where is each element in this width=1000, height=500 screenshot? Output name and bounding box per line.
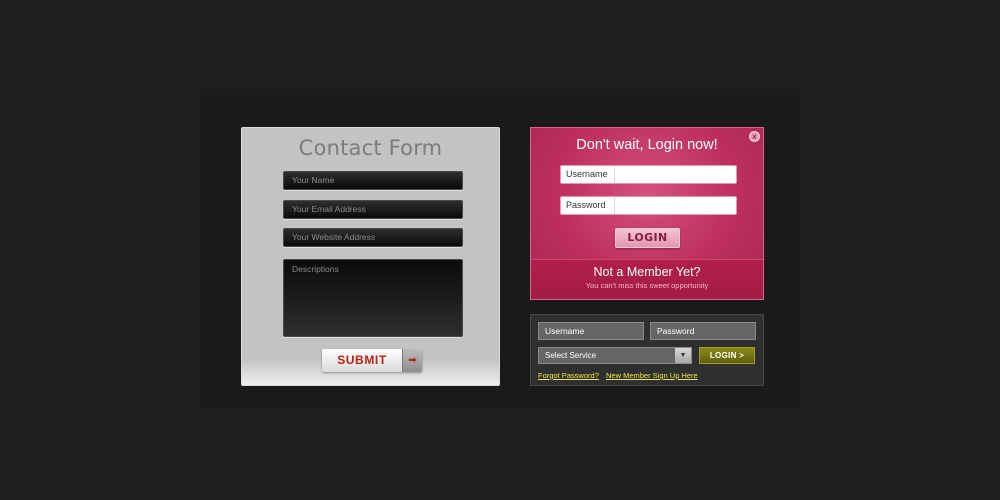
bar-login-button[interactable]: LOGIN > [699,347,755,364]
descriptions-textarea[interactable]: Descriptions [283,259,463,337]
signup-link[interactable]: New Member Sign Up Here [606,371,698,380]
pink-login-panel: x Don't wait, Login now! Username Passwo… [530,127,764,300]
pink-username-field[interactable]: Username [560,165,737,184]
forgot-password-link[interactable]: Forgot Password? [538,371,599,380]
website-input[interactable]: Your Website Address [283,228,463,247]
login-heading: Don't wait, Login now! [576,137,718,153]
service-select-value: Select Service [545,351,597,360]
bar-password-input[interactable]: Password [650,322,756,340]
contact-form-title: Contact Form [298,136,443,160]
pink-password-field[interactable]: Password [560,196,737,215]
contact-form-panel: Contact Form Your Name Your Email Addres… [241,127,500,386]
bar-login-panel: Username Password Select Service ▼ LOGIN… [530,314,764,386]
member-banner: Not a Member Yet? You can't miss this sw… [531,259,763,299]
service-select[interactable]: Select Service ▼ [538,347,692,364]
pink-login-button[interactable]: LOGIN [615,228,680,248]
username-label: Username [561,166,615,183]
submit-button[interactable]: SUBMIT ➡ [322,349,422,372]
email-input[interactable]: Your Email Address [283,200,463,219]
submit-button-label: SUBMIT [322,349,402,372]
bar-username-input[interactable]: Username [538,322,644,340]
chevron-down-icon[interactable]: ▼ [675,348,691,363]
arrow-right-icon: ➡ [402,349,422,372]
member-heading[interactable]: Not a Member Yet? [531,265,763,279]
password-label: Password [561,197,615,214]
name-input[interactable]: Your Name [283,171,463,190]
member-subtext: You can't miss this sweet opportunity [585,281,709,290]
